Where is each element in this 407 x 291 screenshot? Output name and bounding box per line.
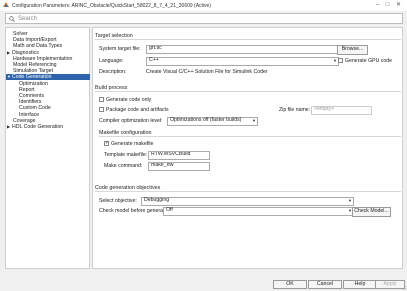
chevron-down-icon: ▼ — [333, 58, 337, 63]
description-label: Description: — [99, 69, 127, 75]
sidebar-item-label: Hardware Implementation — [13, 55, 73, 62]
compiler-optimization-label: Compiler optimization level: — [99, 118, 163, 124]
generate-makefile-label: Generate makefile — [111, 141, 154, 147]
sidebar-item-data-import-export[interactable]: Data Import/Export — [6, 37, 96, 43]
language-select[interactable]: C++ ▼ — [146, 57, 339, 66]
sidebar-item-label: Custom Code — [19, 105, 51, 112]
sidebar-item-coverage[interactable]: Coverage — [6, 118, 96, 124]
sidebar-item-label: HDL Code Generation — [12, 124, 64, 130]
title-bar: Configuration Parameters: ARINC_Obstacle… — [0, 0, 407, 11]
chevron-down-icon: ▼ — [348, 198, 352, 203]
package-code-label: Package code and artifacts — [106, 107, 169, 113]
make-command-input[interactable]: make_rtw — [148, 162, 210, 171]
sidebar-item-label: Model Referencing — [13, 62, 57, 68]
make-command-label: Make command: — [104, 163, 143, 169]
generate-code-only-label: Generate code only — [106, 97, 152, 103]
system-target-label: System target file: — [99, 46, 141, 52]
close-icon[interactable]: ✕ — [394, 1, 403, 9]
compiler-optimization-value: Optimizations off (faster builds) — [170, 117, 242, 123]
select-objective-label: Select objective: — [99, 198, 137, 204]
sidebar-item-comments[interactable]: Comments — [6, 93, 102, 99]
sidebar-item-label: Code Generation — [12, 74, 52, 81]
help-button[interactable]: Help — [343, 280, 377, 289]
check-model-button[interactable]: Check Model... — [352, 206, 391, 217]
zip-file-label: Zip file name: — [279, 107, 311, 113]
sidebar-item-label: Data Import/Export — [13, 37, 57, 44]
gpu-code-label: Generate GPU code — [345, 58, 393, 64]
resize-grip-icon[interactable] — [401, 285, 406, 290]
template-makefile-input[interactable]: RTW.MSVCBuild — [148, 151, 210, 160]
category-tree: Solver Data Import/Export Math and Data Ty… — [5, 27, 90, 269]
sidebar-item-identifiers[interactable]: Identifiers — [6, 99, 102, 105]
sidebar-item-label: Comments — [19, 93, 45, 99]
sidebar-item-hdl-code-generation[interactable]: ▶ HDL Code Generation — [6, 124, 90, 130]
sidebar-item-label: Simulation Target — [13, 68, 53, 75]
select-objective-select[interactable]: Debugging ▼ — [141, 197, 354, 206]
divider — [95, 191, 401, 192]
sidebar-item-label: Diagnostics — [12, 49, 39, 56]
gpu-code-checkbox[interactable] — [338, 58, 343, 63]
description-value: Create Visual C/C++ Solution File for Si… — [146, 69, 268, 75]
sidebar-item-simulation-target[interactable]: Simulation Target — [6, 68, 96, 74]
select-objective-value: Debugging — [144, 197, 170, 203]
search-placeholder: Search — [18, 15, 38, 22]
sidebar-item-code-generation[interactable]: ▼Code Generation — [6, 74, 90, 81]
check-model-select[interactable]: Off ▼ — [163, 207, 354, 216]
zip-file-input[interactable]: <empty> — [311, 106, 372, 115]
sidebar-item-label: Interface — [19, 111, 40, 118]
sidebar-item-optimization[interactable]: Optimization — [6, 81, 102, 87]
window-title: Configuration Parameters: ARINC_Obstacle… — [12, 2, 212, 9]
sidebar-item-model-referencing[interactable]: Model Referencing — [6, 62, 96, 68]
sidebar-item-label: Solver — [13, 31, 28, 37]
divider — [99, 136, 401, 137]
sidebar-item-interface[interactable]: Interface — [6, 112, 102, 118]
package-code-checkbox[interactable] — [99, 107, 104, 112]
sidebar-item-solver[interactable]: Solver — [6, 31, 96, 37]
maximize-icon[interactable]: □ — [383, 1, 392, 9]
divider — [95, 39, 401, 40]
sidebar-item-label: Report — [19, 86, 35, 93]
language-value: C++ — [149, 57, 159, 63]
ok-button[interactable]: OK — [273, 280, 307, 289]
chevron-down-icon: ▼ — [252, 118, 256, 123]
language-label: Language: — [99, 58, 124, 64]
sidebar-item-label: Math and Data Types — [13, 43, 63, 50]
compiler-optimization-select[interactable]: Optimizations off (faster builds) ▼ — [167, 117, 258, 126]
sidebar-item-label: Identifiers — [19, 99, 42, 106]
generate-makefile-checkbox[interactable]: ✓ — [104, 141, 109, 146]
sidebar-item-report[interactable]: Report — [6, 87, 102, 93]
cancel-button[interactable]: Cancel — [308, 280, 342, 289]
template-makefile-label: Template makefile: — [104, 152, 148, 158]
sidebar-item-diagnostics[interactable]: ▶ Diagnostics — [6, 50, 90, 56]
system-target-input[interactable]: grt.tlc — [146, 45, 339, 54]
search-box[interactable]: Search — [5, 13, 403, 24]
divider — [95, 91, 401, 92]
sidebar-item-math-and-data-types[interactable]: Math and Data Types — [6, 43, 96, 49]
sidebar-item-label: Coverage — [13, 117, 36, 124]
settings-panel: Target selection System target file: grt… — [92, 27, 403, 269]
search-icon — [9, 15, 15, 22]
browse-button[interactable]: Browse... — [337, 44, 368, 55]
matlab-app-icon — [3, 2, 9, 7]
sidebar-item-label: Optimization — [19, 80, 48, 87]
minimize-icon[interactable]: – — [373, 1, 382, 9]
generate-code-only-checkbox[interactable] — [99, 97, 104, 102]
sidebar-item-hardware-implementation[interactable]: Hardware Implementation — [6, 56, 96, 62]
check-model-value: Off — [166, 207, 173, 213]
sidebar-item-custom-code[interactable]: Custom Code — [6, 105, 102, 111]
